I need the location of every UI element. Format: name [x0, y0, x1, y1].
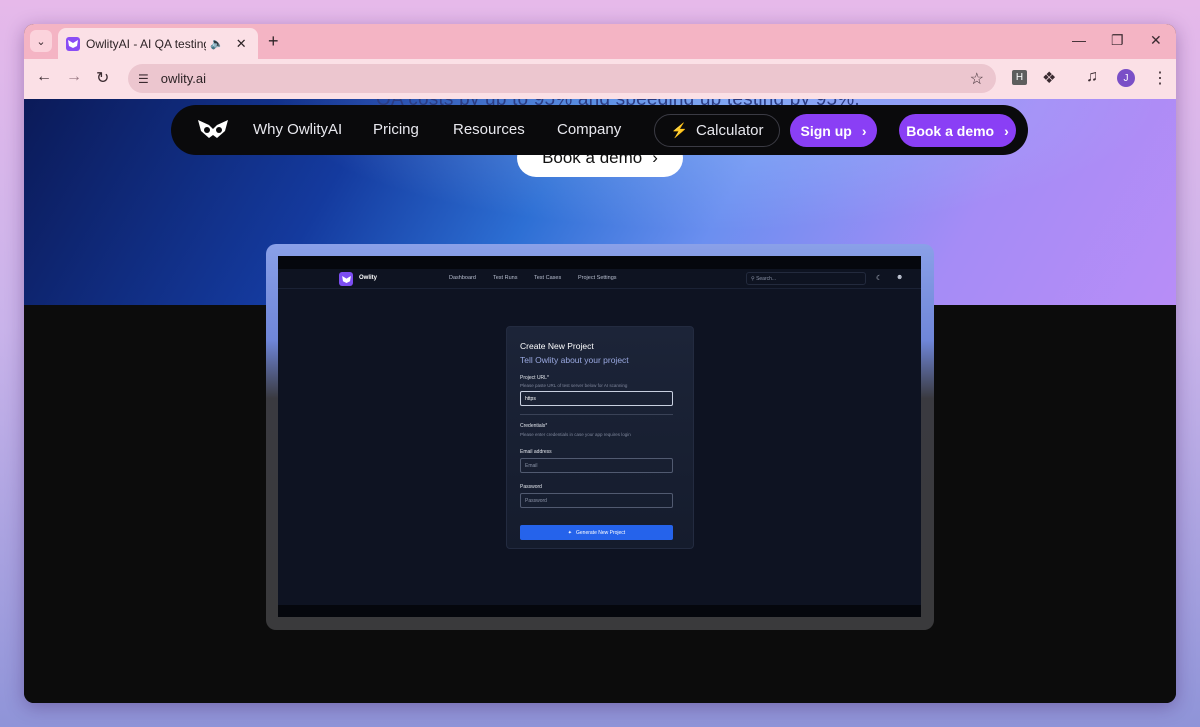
app-search-placeholder: Search...	[756, 275, 777, 282]
nav-link-company[interactable]: Company	[557, 121, 621, 138]
calculator-button[interactable]: ⚡ Calculator	[654, 114, 780, 147]
moon-icon[interactable]: ☾	[876, 274, 882, 282]
generate-project-button[interactable]: ✦ Generate New Project	[520, 525, 673, 540]
credentials-hint: Please enter credentials in case your ap…	[520, 432, 631, 437]
browser-toolbar: ← → ↻ ☰ owlity.ai ☆ H ❖ ♫ J ⋮	[24, 59, 1176, 99]
address-bar[interactable]: ☰ owlity.ai ☆	[128, 64, 996, 93]
card-subtitle: Tell Owlity about your project	[520, 355, 629, 365]
project-url-value: https	[525, 395, 536, 402]
speaker-icon[interactable]: 🔈	[210, 37, 224, 50]
chevron-right-icon: ›	[1004, 122, 1009, 139]
signup-label: Sign up	[800, 122, 852, 139]
create-project-card: Create New Project Tell Owlity about you…	[506, 326, 694, 549]
app-nav-test-cases[interactable]: Test Cases	[534, 275, 561, 281]
project-url-label: Project URL*	[520, 375, 549, 381]
extension-h-icon[interactable]: H	[1012, 70, 1027, 85]
calculator-label: Calculator	[695, 122, 764, 139]
media-queue-icon[interactable]: ♫	[1086, 68, 1098, 86]
tab-search-button[interactable]: ⌄	[30, 30, 52, 52]
password-label: Password	[520, 484, 542, 490]
site-info-icon[interactable]: ☰	[138, 72, 149, 86]
card-title: Create New Project	[520, 341, 594, 351]
close-tab-icon[interactable]: ✕	[236, 36, 247, 52]
app-owl-logo-icon	[339, 272, 353, 286]
chevron-right-icon: ›	[861, 122, 867, 139]
product-preview-screen: Owlity Dashboard Test Runs Test Cases Pr…	[278, 256, 921, 617]
profile-avatar[interactable]: J	[1117, 69, 1135, 87]
email-placeholder: Email	[525, 462, 538, 469]
credentials-label: Credentials*	[520, 423, 548, 429]
signup-button[interactable]: Sign up ›	[790, 114, 877, 147]
generate-project-label: Generate New Project	[576, 529, 626, 536]
lightning-icon: ⚡	[670, 122, 688, 138]
owl-favicon-icon	[66, 36, 80, 51]
menu-kebab-icon[interactable]: ⋮	[1152, 68, 1168, 88]
project-url-input[interactable]: https	[520, 391, 673, 406]
user-icon[interactable]: ☻	[896, 274, 903, 281]
bookmark-star-icon[interactable]: ☆	[970, 69, 984, 89]
app-top-bar	[278, 256, 921, 269]
nav-link-why[interactable]: Why OwlityAI	[253, 121, 342, 138]
project-url-hint: Please paste URL of test server below fo…	[520, 383, 628, 388]
sparkle-icon: ✦	[567, 529, 572, 536]
email-input[interactable]: Email	[520, 458, 673, 473]
minimize-icon[interactable]: —	[1072, 32, 1086, 48]
app-body: Create New Project Tell Owlity about you…	[278, 289, 921, 605]
owl-logo-icon[interactable]	[197, 119, 229, 144]
new-tab-icon[interactable]: +	[268, 31, 279, 52]
active-tab[interactable]: OwlityAI - AI QA testing sol 🔈 ✕	[58, 28, 258, 59]
app-search-input[interactable]: ⚲ Search...	[746, 272, 866, 285]
reload-icon[interactable]: ↻	[96, 68, 109, 88]
web-page: QA costs by up to 95% and speeding up te…	[24, 99, 1176, 703]
app-nav-test-runs[interactable]: Test Runs	[493, 275, 517, 281]
nav-link-resources[interactable]: Resources	[453, 121, 525, 138]
extensions-puzzle-icon[interactable]: ❖	[1042, 68, 1056, 88]
forward-icon[interactable]: →	[66, 68, 82, 86]
form-divider	[520, 414, 673, 415]
browser-window: ⌄ OwlityAI - AI QA testing sol 🔈 ✕ + — ❐…	[24, 24, 1176, 703]
app-navbar: Owlity Dashboard Test Runs Test Cases Pr…	[278, 269, 921, 289]
app-nav-project-settings[interactable]: Project Settings	[578, 275, 617, 281]
chevron-down-icon: ⌄	[36, 35, 46, 48]
tab-title: OwlityAI - AI QA testing sol	[86, 36, 206, 51]
restore-icon[interactable]: ❐	[1111, 32, 1124, 49]
password-input[interactable]: Password	[520, 493, 673, 508]
app-nav-dashboard[interactable]: Dashboard	[449, 275, 476, 281]
nav-link-pricing[interactable]: Pricing	[373, 121, 419, 138]
app-brand: Owlity	[359, 275, 378, 281]
url-text: owlity.ai	[160, 71, 207, 86]
email-label: Email address	[520, 449, 552, 455]
site-navbar: Why OwlityAI Pricing Resources Company ⚡…	[171, 105, 1028, 155]
book-demo-label: Book a demo	[906, 122, 995, 139]
app-bottom-bar	[278, 605, 921, 617]
close-window-icon[interactable]: ✕	[1150, 32, 1162, 49]
product-preview-frame: Owlity Dashboard Test Runs Test Cases Pr…	[266, 244, 934, 630]
tab-strip: ⌄ OwlityAI - AI QA testing sol 🔈 ✕ + — ❐…	[24, 24, 1176, 59]
nav-book-demo-button[interactable]: Book a demo ›	[899, 114, 1016, 147]
back-icon[interactable]: ←	[36, 68, 52, 86]
password-placeholder: Password	[525, 497, 547, 504]
